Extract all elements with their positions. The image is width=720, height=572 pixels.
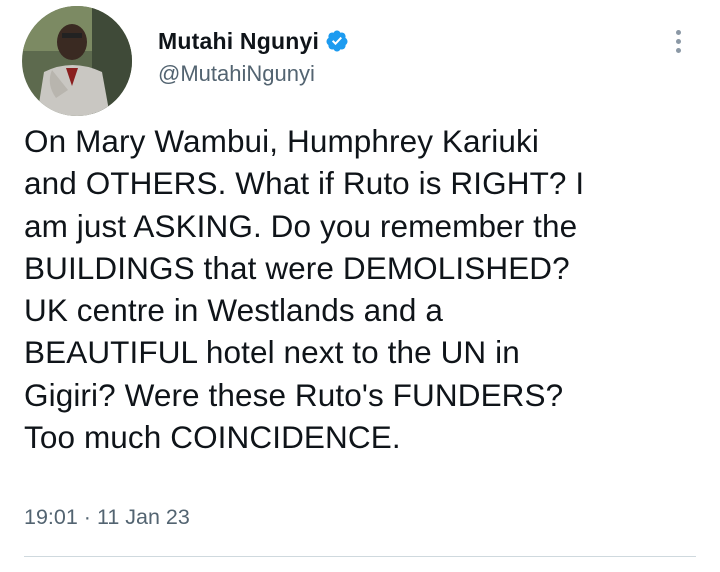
more-options-icon[interactable] [666, 26, 690, 60]
divider [24, 556, 696, 557]
tweet-timestamp[interactable]: 19:01 · 11 Jan 23 [24, 505, 190, 530]
more-dot [675, 30, 681, 35]
verified-badge-icon [325, 29, 349, 53]
profile-photo-icon [22, 6, 132, 116]
more-dot [675, 48, 681, 53]
avatar[interactable] [22, 6, 132, 116]
display-name[interactable]: Mutahi Ngunyi [158, 28, 319, 55]
display-name-row: Mutahi Ngunyi [158, 26, 349, 56]
tweet-text: On Mary Wambui, Humphrey Kariuki and OTH… [24, 123, 585, 456]
more-dot [675, 39, 681, 44]
tweet-header: Mutahi Ngunyi @MutahiNgunyi [22, 6, 702, 116]
author-handle[interactable]: @MutahiNgunyi [158, 61, 349, 87]
author-names: Mutahi Ngunyi @MutahiNgunyi [158, 26, 349, 87]
tweet-time: 19:01 [24, 505, 78, 529]
tweet-date: 11 Jan 23 [96, 505, 190, 529]
tweet: Mutahi Ngunyi @MutahiNgunyi On Mary Wamb… [0, 0, 720, 572]
meta-separator: · [83, 505, 91, 529]
